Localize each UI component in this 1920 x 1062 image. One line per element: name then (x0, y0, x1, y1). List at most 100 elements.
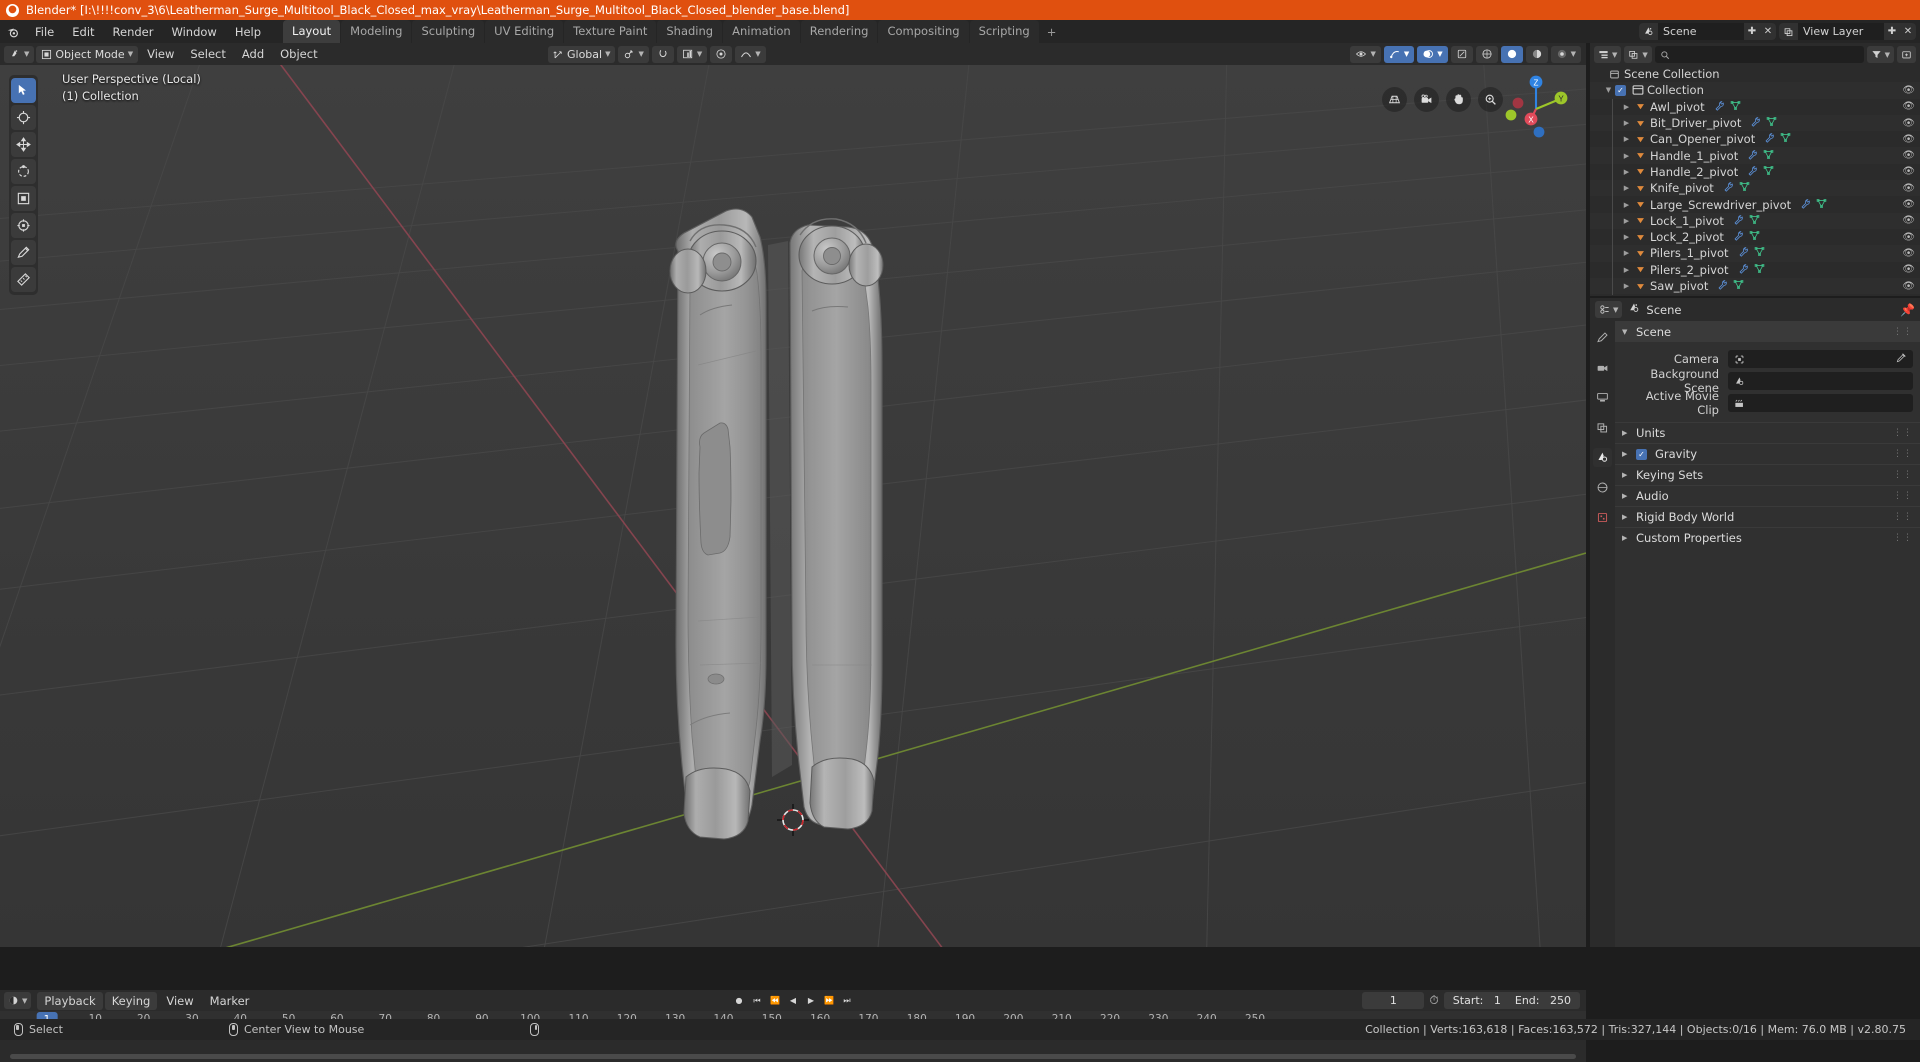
viewport-menu-object[interactable]: Object (273, 45, 324, 63)
panel-grip[interactable]: ⋮⋮ (1893, 327, 1913, 337)
move-tool[interactable] (11, 132, 36, 157)
outliner-row-object[interactable]: ▶Can_Opener_pivot👁 (1590, 131, 1920, 147)
prev-keyframe-button[interactable]: ⏪ (768, 992, 782, 1009)
tab-output-properties[interactable] (1593, 388, 1612, 407)
eye-icon[interactable]: 👁 (1902, 166, 1915, 177)
annotate-tool[interactable] (11, 240, 36, 265)
eye-icon[interactable]: 👁 (1902, 150, 1915, 161)
eye-icon[interactable]: 👁 (1902, 264, 1915, 275)
interaction-mode-selector[interactable]: Object Mode ▼ (36, 46, 138, 63)
outliner-tree[interactable]: Scene Collection ▼ ✓ Collection 👁 ▶Awl_p… (1590, 66, 1920, 296)
viewport-axis-gizmo[interactable]: Z Y X (1498, 71, 1572, 145)
outliner-row-collection[interactable]: ▼ ✓ Collection 👁 (1590, 82, 1920, 98)
tab-uv-editing[interactable]: UV Editing (485, 20, 563, 43)
menu-edit[interactable]: Edit (63, 22, 103, 42)
modifier-wrench-icon[interactable] (1738, 246, 1749, 260)
record-button[interactable]: ● (732, 992, 746, 1009)
unlink-scene-button[interactable]: ✕ (1760, 23, 1776, 40)
modifier-wrench-icon[interactable] (1714, 100, 1725, 114)
eye-icon[interactable]: 👁 (1902, 118, 1915, 129)
rotate-tool[interactable] (11, 159, 36, 184)
shading-rendered[interactable]: ▼ (1551, 46, 1581, 63)
tab-scene-properties[interactable] (1593, 448, 1612, 467)
tab-modeling[interactable]: Modeling (341, 20, 411, 43)
grid-icon[interactable] (1382, 87, 1407, 112)
scale-tool[interactable] (11, 186, 36, 211)
menu-help[interactable]: Help (226, 22, 270, 42)
object-disclosure-triangle[interactable]: ▶ (1620, 103, 1633, 111)
mesh-data-icon[interactable] (1754, 246, 1765, 260)
outliner-display-mode[interactable]: ▼ (1624, 46, 1651, 63)
timeline-menu-keying[interactable]: Keying (105, 992, 158, 1010)
menu-file[interactable]: File (26, 22, 63, 42)
scene-datablock[interactable]: Scene ✚ ✕ (1639, 23, 1776, 40)
select-box-tool[interactable] (11, 78, 36, 103)
tab-tool-properties[interactable] (1593, 328, 1612, 347)
timeline-horizontal-scrollbar[interactable] (10, 1054, 1576, 1059)
tab-view-layer-properties[interactable] (1593, 418, 1612, 437)
timeline-menu-view[interactable]: View (159, 992, 200, 1010)
eyedropper-icon[interactable] (1896, 352, 1909, 366)
tab-sculpting[interactable]: Sculpting (412, 20, 484, 43)
remove-viewlayer-button[interactable]: ✕ (1900, 23, 1916, 40)
modifier-wrench-icon[interactable] (1764, 132, 1775, 146)
tab-layout[interactable]: Layout (283, 20, 340, 43)
add-workspace-button[interactable]: + (1040, 21, 1064, 43)
snap-target-selector[interactable]: ▼ (618, 46, 648, 63)
panel-grip[interactable]: ⋮⋮ (1893, 533, 1913, 543)
mesh-data-icon[interactable] (1754, 263, 1765, 277)
viewlayer-datablock[interactable]: View Layer ✚ ✕ (1779, 23, 1916, 40)
panel-grip[interactable]: ⋮⋮ (1893, 512, 1913, 522)
tab-shading[interactable]: Shading (657, 20, 722, 43)
hand-icon[interactable] (1446, 87, 1471, 112)
outliner-row-object[interactable]: ▶Pilers_1_pivot👁 (1590, 245, 1920, 261)
falloff-curve-selector[interactable]: ▼ (735, 46, 765, 63)
eye-icon[interactable]: 👁 (1902, 232, 1915, 243)
object-disclosure-triangle[interactable]: ▶ (1620, 135, 1633, 143)
outliner-editor-type[interactable]: ▼ (1594, 46, 1621, 63)
3d-viewport[interactable]: ▼ Object Mode ▼ View Select Add Object G… (0, 43, 1586, 947)
outliner-row-object[interactable]: ▶Awl_pivot👁 (1590, 99, 1920, 115)
play-reverse-button[interactable]: ◀ (786, 992, 800, 1009)
object-disclosure-triangle[interactable]: ▶ (1620, 233, 1633, 241)
panel-header-keying-sets[interactable]: ▶Keying Sets⋮⋮ (1615, 464, 1920, 485)
object-disclosure-triangle[interactable]: ▶ (1620, 266, 1633, 274)
tab-texture-properties[interactable] (1593, 508, 1612, 527)
modifier-wrench-icon[interactable] (1717, 279, 1728, 293)
modifier-wrench-icon[interactable] (1800, 198, 1811, 212)
viewport-menu-view[interactable]: View (140, 45, 181, 63)
object-disclosure-triangle[interactable]: ▶ (1620, 249, 1633, 257)
viewport-menu-add[interactable]: Add (235, 45, 271, 63)
new-viewlayer-button[interactable]: ✚ (1884, 23, 1900, 40)
timeline-menu-marker[interactable]: Marker (203, 992, 257, 1010)
panel-header-scene[interactable]: ▼ Scene ⋮⋮ (1615, 321, 1920, 342)
snap-toggle[interactable] (652, 46, 674, 63)
mesh-data-icon[interactable] (1739, 181, 1750, 195)
outliner-row-object[interactable]: ▶Knife_pivot👁 (1590, 180, 1920, 196)
panel-header-units[interactable]: ▶Units⋮⋮ (1615, 422, 1920, 443)
collection-disclosure-triangle[interactable]: ▼ (1602, 86, 1615, 94)
tab-animation[interactable]: Animation (723, 20, 800, 43)
jump-start-button[interactable]: ⏮ (750, 992, 764, 1009)
panel-grip[interactable]: ⋮⋮ (1893, 428, 1913, 438)
viewport-menu-select[interactable]: Select (183, 45, 232, 63)
modifier-wrench-icon[interactable] (1747, 165, 1758, 179)
outliner-row-object[interactable]: ▶Lock_1_pivot👁 (1590, 213, 1920, 229)
mesh-data-icon[interactable] (1763, 165, 1774, 179)
active-movie-clip-field[interactable] (1728, 394, 1913, 412)
menu-window[interactable]: Window (162, 22, 225, 42)
outliner-row-object[interactable]: ▶Saw_pivot👁 (1590, 278, 1920, 294)
tab-texture-paint[interactable]: Texture Paint (564, 20, 656, 43)
object-disclosure-triangle[interactable]: ▶ (1620, 184, 1633, 192)
proportional-editing-falloff[interactable]: ▼ (677, 46, 707, 63)
timeline-editor-type[interactable]: ▼ (4, 992, 31, 1009)
tab-scripting[interactable]: Scripting (970, 20, 1039, 43)
outliner-row-object[interactable]: ▶Handle_1_pivot👁 (1590, 147, 1920, 163)
camera-field[interactable] (1728, 350, 1913, 368)
mesh-data-icon[interactable] (1730, 100, 1741, 114)
eye-icon[interactable]: 👁 (1902, 281, 1915, 292)
modifier-wrench-icon[interactable] (1723, 181, 1734, 195)
modifier-wrench-icon[interactable] (1750, 116, 1761, 130)
transform-tool[interactable] (11, 213, 36, 238)
object-disclosure-triangle[interactable]: ▶ (1620, 217, 1633, 225)
